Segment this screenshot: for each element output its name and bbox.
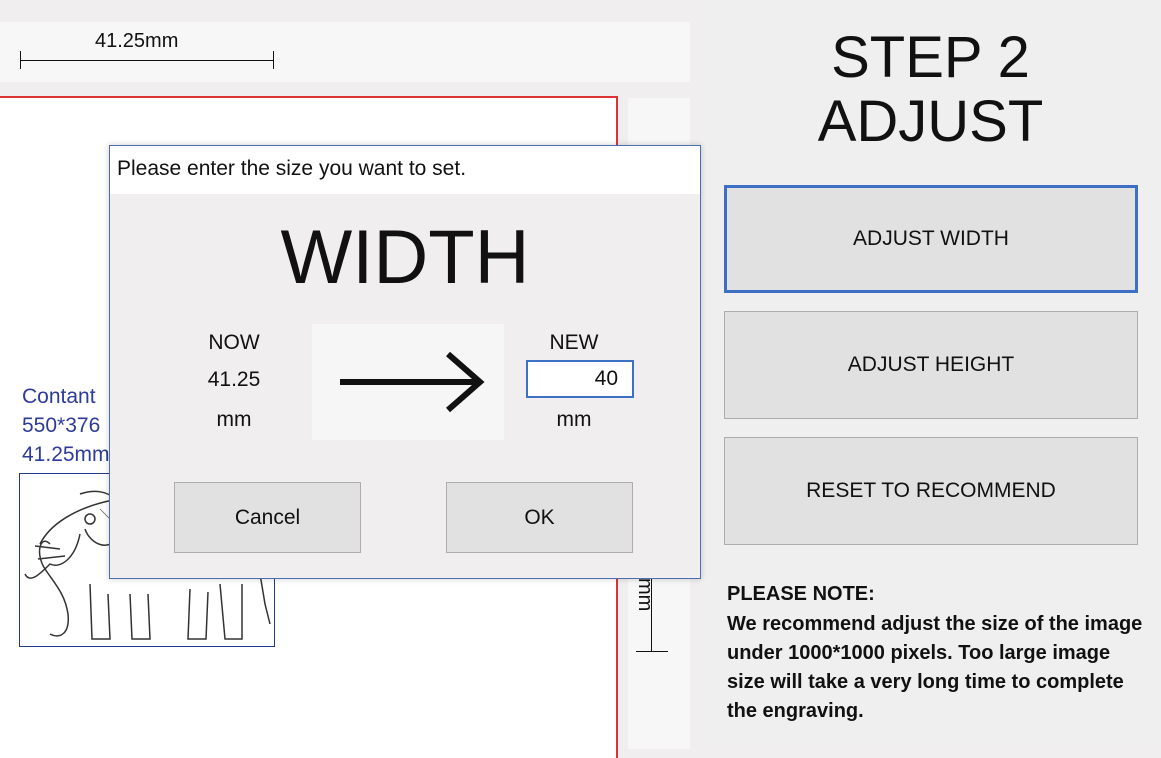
step-title-line2: ADJUST bbox=[817, 89, 1044, 154]
height-ruler-label: mm bbox=[634, 578, 656, 612]
new-unit: mm bbox=[556, 408, 592, 431]
new-label: NEW bbox=[549, 331, 599, 354]
arrow-box bbox=[312, 324, 504, 440]
height-ruler-tick bbox=[636, 651, 668, 652]
reset-to-recommend-button[interactable]: RESET TO RECOMMEND bbox=[724, 437, 1138, 545]
ok-button[interactable]: OK bbox=[446, 482, 633, 553]
adjust-width-button[interactable]: ADJUST WIDTH bbox=[724, 185, 1138, 293]
now-value: 41.25 bbox=[207, 368, 261, 391]
image-info-size: 41.25mm bbox=[22, 443, 110, 466]
step-title-line1: STEP 2 bbox=[831, 25, 1030, 90]
now-unit: mm bbox=[216, 408, 252, 431]
cancel-button[interactable]: Cancel bbox=[174, 482, 361, 553]
step-title: STEP 2 ADJUST bbox=[700, 26, 1161, 154]
image-info-pixels: 550*376 bbox=[22, 414, 101, 437]
right-arrow-icon bbox=[340, 351, 485, 413]
width-ruler-label: 41.25mm bbox=[95, 30, 179, 52]
dialog-prompt: Please enter the size you want to set. bbox=[117, 157, 467, 180]
dialog-title: WIDTH bbox=[280, 215, 530, 300]
ruler-tick-left bbox=[20, 51, 21, 69]
width-ruler bbox=[20, 60, 273, 61]
new-width-input[interactable] bbox=[526, 360, 634, 398]
image-info: Contant 550*376 41.25mm bbox=[22, 382, 110, 469]
now-label: NOW bbox=[208, 331, 260, 354]
note-body: We recommend adjust the size of the imag… bbox=[727, 613, 1143, 722]
adjust-height-button[interactable]: ADJUST HEIGHT bbox=[724, 311, 1138, 419]
image-info-name: Contant bbox=[22, 385, 96, 408]
note-title: PLEASE NOTE: bbox=[727, 583, 875, 605]
size-dialog: Please enter the size you want to set. W… bbox=[109, 145, 701, 579]
ruler-tick-right bbox=[273, 51, 274, 69]
dialog-header: Please enter the size you want to set. bbox=[110, 146, 700, 194]
